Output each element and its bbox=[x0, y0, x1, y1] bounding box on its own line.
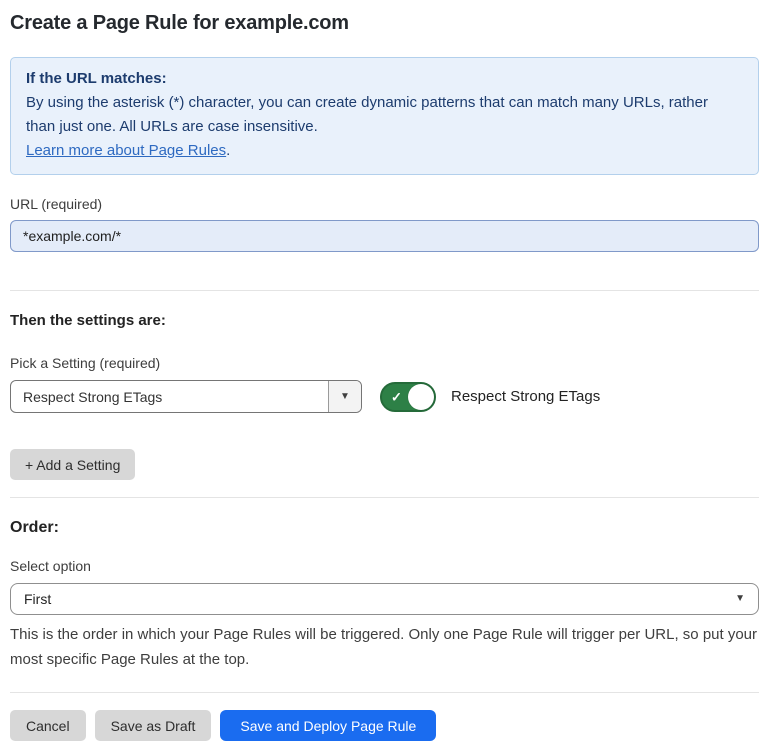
add-setting-button[interactable]: + Add a Setting bbox=[10, 449, 135, 480]
pick-setting-label: Pick a Setting (required) bbox=[10, 355, 759, 371]
save-deploy-button[interactable]: Save and Deploy Page Rule bbox=[220, 710, 436, 741]
caret-down-icon: ▼ bbox=[735, 594, 745, 604]
link-suffix: . bbox=[226, 142, 230, 159]
setting-select[interactable]: Respect Strong ETags ▼ bbox=[10, 380, 362, 413]
order-select-label: Select option bbox=[10, 558, 759, 574]
setting-select-value: Respect Strong ETags bbox=[11, 381, 328, 412]
order-select-value: First bbox=[24, 591, 51, 607]
url-field-label: URL (required) bbox=[10, 196, 759, 212]
learn-more-link[interactable]: Learn more about Page Rules bbox=[26, 142, 226, 159]
divider bbox=[10, 692, 759, 693]
order-select[interactable]: First ▼ bbox=[10, 583, 759, 615]
info-box-link-line: Learn more about Page Rules. bbox=[26, 139, 740, 163]
info-box-body: By using the asterisk (*) character, you… bbox=[26, 91, 740, 139]
cancel-button[interactable]: Cancel bbox=[10, 710, 86, 741]
page-rule-form: Create a Page Rule for example.com If th… bbox=[0, 0, 769, 741]
toggle-label: Respect Strong ETags bbox=[451, 388, 600, 405]
toggle-knob bbox=[408, 384, 434, 410]
save-draft-button[interactable]: Save as Draft bbox=[95, 710, 212, 741]
divider bbox=[10, 497, 759, 498]
caret-down-icon: ▼ bbox=[340, 392, 350, 402]
url-matches-info-box: If the URL matches: By using the asteris… bbox=[10, 57, 759, 175]
check-icon: ✓ bbox=[391, 390, 402, 403]
order-section-heading: Order: bbox=[10, 519, 759, 537]
settings-section-heading: Then the settings are: bbox=[10, 312, 759, 329]
order-help-text: This is the order in which your Page Rul… bbox=[10, 622, 759, 672]
info-box-heading: If the URL matches: bbox=[26, 67, 740, 91]
page-title: Create a Page Rule for example.com bbox=[10, 12, 759, 35]
url-input[interactable] bbox=[10, 220, 759, 252]
setting-select-arrow-button[interactable]: ▼ bbox=[328, 381, 361, 412]
divider bbox=[10, 290, 759, 291]
respect-strong-etags-toggle[interactable]: ✓ bbox=[380, 382, 436, 412]
setting-row: Respect Strong ETags ▼ ✓ Respect Strong … bbox=[10, 380, 759, 413]
footer-actions: Cancel Save as Draft Save and Deploy Pag… bbox=[10, 710, 759, 741]
